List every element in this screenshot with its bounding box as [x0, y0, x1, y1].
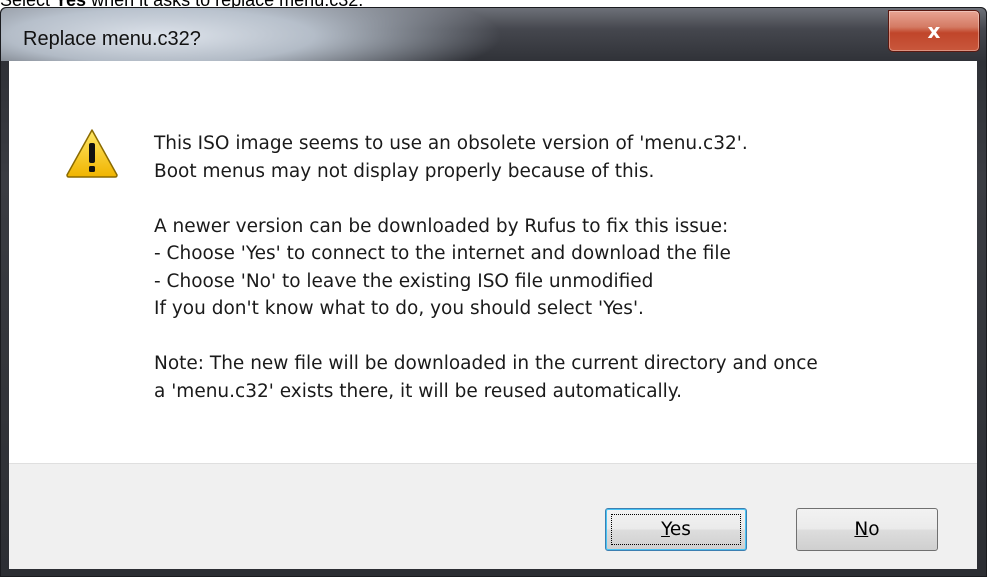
dialog-body: This ISO image seems to use an obsolete …	[9, 61, 977, 569]
message-line: If you don't know what to do, you should…	[154, 298, 644, 319]
message-line: - Choose 'Yes' to connect to the interne…	[154, 243, 731, 264]
yes-button[interactable]: Yes	[605, 508, 747, 551]
close-icon: x	[927, 19, 941, 43]
dialog-button-bar: Yes No	[9, 463, 977, 569]
dialog-titlebar[interactable]: Replace menu.c32? x	[1, 8, 986, 61]
dialog-message: This ISO image seems to use an obsolete …	[154, 130, 954, 405]
dialog-title: Replace menu.c32?	[23, 28, 201, 50]
warning-triangle-icon	[66, 129, 118, 178]
yes-button-label: Yes	[661, 519, 691, 540]
message-line: Boot menus may not display properly beca…	[154, 160, 655, 182]
message-line: a 'menu.c32' exists there, it will be re…	[154, 380, 682, 402]
message-line: A newer version can be downloaded by Ruf…	[154, 215, 729, 237]
no-button-label: No	[854, 519, 880, 540]
message-line: - Choose 'No' to leave the existing ISO …	[154, 270, 654, 292]
dialog-window: Replace menu.c32? x This ISO image seems…	[0, 7, 987, 577]
no-button[interactable]: No	[796, 508, 938, 551]
close-button[interactable]: x	[888, 10, 980, 52]
message-line: This ISO image seems to use an obsolete …	[154, 133, 748, 154]
message-line: Note: The new file will be downloaded in…	[154, 353, 818, 374]
